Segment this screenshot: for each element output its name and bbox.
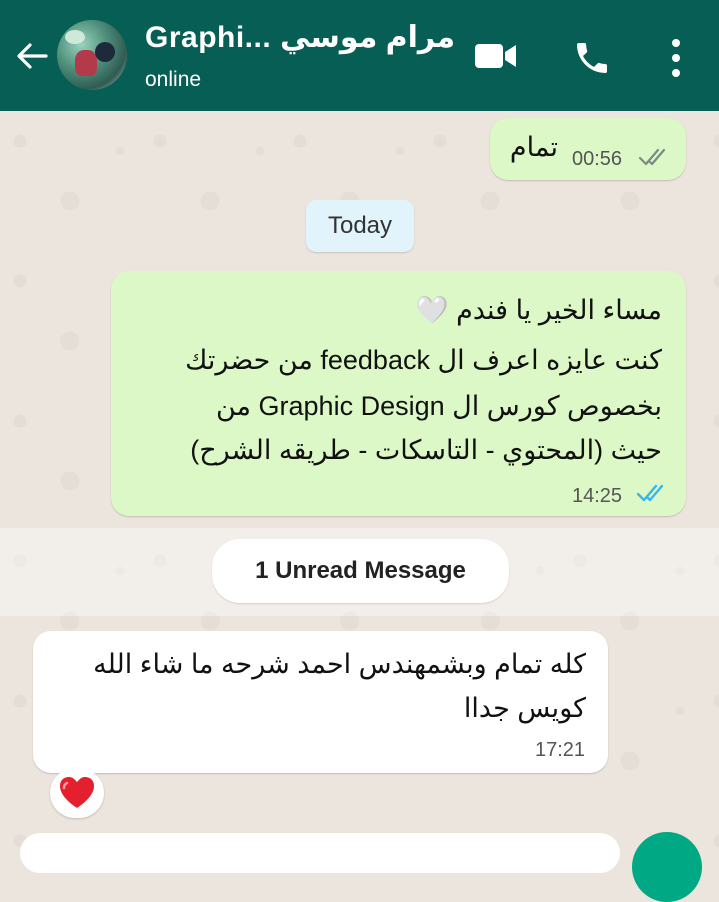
contact-status: online — [145, 68, 202, 91]
message-text-line: كنت عايزه اعرف ال feedback من حضرتك — [185, 345, 662, 375]
chat-header: Graphi... مرام موسي online — [0, 0, 719, 111]
mic-button[interactable] — [632, 832, 702, 902]
message-text: تمام — [509, 132, 558, 162]
message-bubble-outgoing[interactable]: تمام 00:56 — [490, 118, 686, 180]
unread-messages-separator: 1 Unread Message — [212, 539, 509, 603]
message-input-field[interactable] — [20, 833, 620, 873]
heart-reaction-icon[interactable] — [50, 768, 104, 818]
message-text-line: كويس جداا — [463, 693, 586, 723]
message-bubble-outgoing[interactable]: مساء الخير يا فندم 🤍 كنت عايزه اعرف ال f… — [111, 271, 686, 516]
message-time: 17:21 — [535, 739, 586, 761]
message-time: 14:25 — [572, 485, 623, 507]
phone-icon[interactable] — [572, 38, 612, 78]
back-arrow-icon[interactable] — [14, 38, 50, 74]
message-text-line: حيث (المحتوي - التاسكات - طريقه الشرح) — [190, 435, 662, 465]
video-call-icon[interactable] — [474, 40, 518, 72]
more-vertical-icon[interactable] — [664, 36, 688, 80]
date-separator: Today — [306, 200, 414, 252]
message-time: 00:56 — [572, 148, 623, 170]
message-bubble-incoming[interactable]: كله تمام وبشمهندس احمد شرحه ما شاء الله … — [33, 631, 608, 773]
message-text-line: بخصوص كورس ال Graphic Design من — [216, 391, 662, 421]
avatar[interactable] — [57, 20, 127, 90]
read-receipt-icon — [636, 482, 668, 509]
message-text-line: كله تمام وبشمهندس احمد شرحه ما شاء الله — [93, 649, 586, 679]
message-text-line: مساء الخير يا فندم 🤍 — [415, 295, 662, 325]
contact-name[interactable]: Graphi... مرام موسي — [145, 20, 455, 55]
read-receipt-icon — [638, 146, 670, 173]
